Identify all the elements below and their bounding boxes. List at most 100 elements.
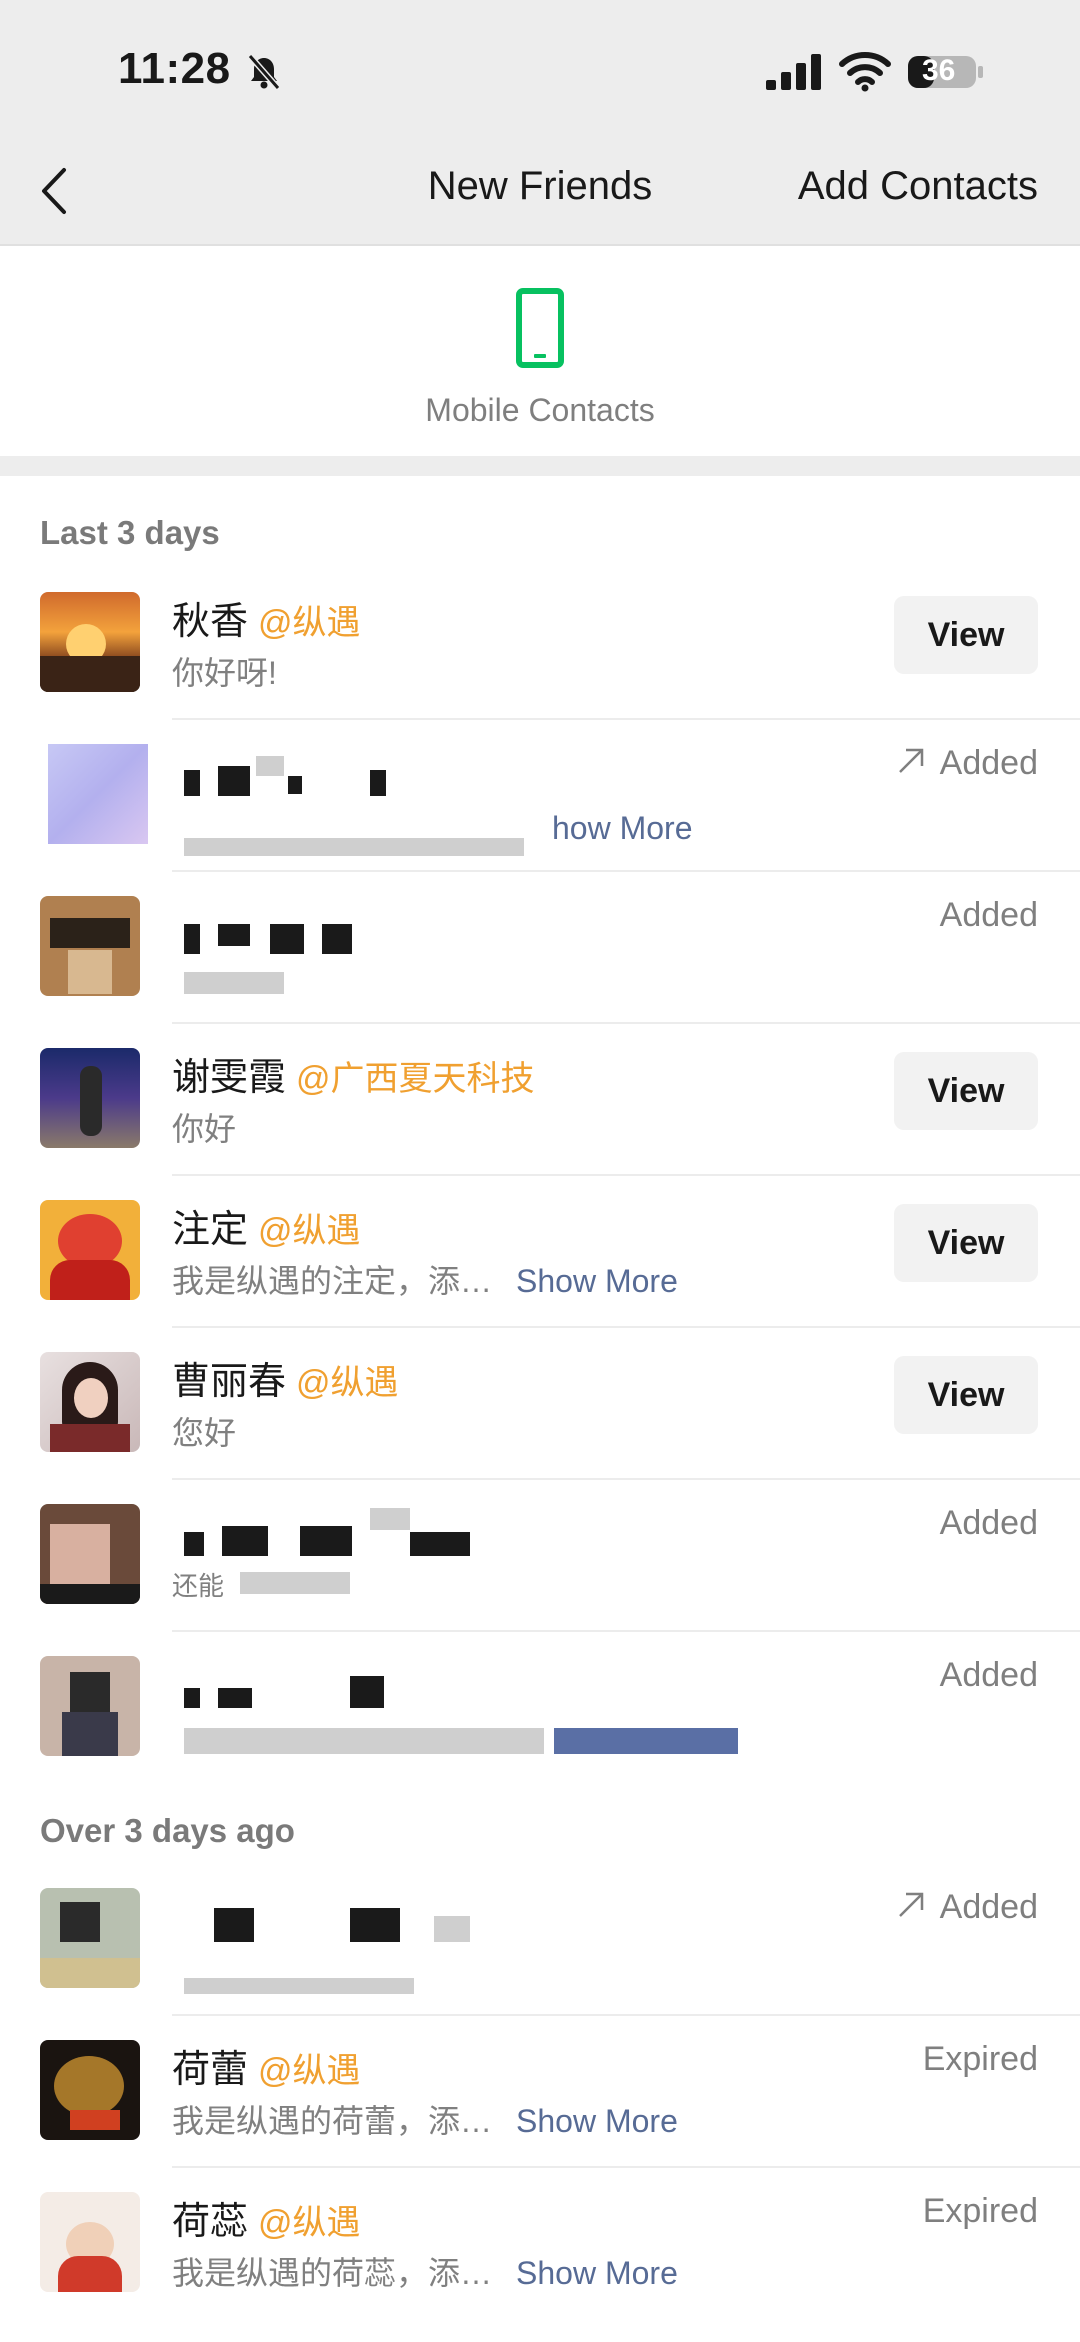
friend-request-row[interactable]: Added bbox=[0, 1864, 1080, 2016]
friend-message: 你好呀! bbox=[172, 655, 277, 691]
friend-name: 荷蕊 bbox=[172, 2201, 249, 2243]
avatar bbox=[40, 1504, 140, 1604]
pixelated-name bbox=[184, 924, 200, 954]
avatar bbox=[40, 2040, 140, 2140]
show-more-link[interactable]: how More bbox=[552, 810, 693, 846]
friend-org: @广西夏天科技 bbox=[296, 1060, 535, 1098]
header-divider bbox=[0, 244, 1080, 246]
added-status: Added bbox=[939, 1504, 1038, 1542]
friend-name: 注定 bbox=[172, 1209, 249, 1251]
mobile-contacts-label: Mobile Contacts bbox=[425, 392, 655, 428]
pixelated-name bbox=[350, 1908, 400, 1942]
friend-org: @纵遇 bbox=[258, 604, 361, 642]
friend-message: 你好 bbox=[172, 1111, 237, 1147]
section-header-older: Over 3 days ago bbox=[40, 1812, 295, 1849]
pixelated-message bbox=[184, 838, 524, 856]
show-more-link[interactable]: Show More bbox=[516, 2103, 678, 2139]
pixelated-name bbox=[370, 1508, 410, 1530]
friend-request-row[interactable]: Added bbox=[0, 872, 1080, 1024]
page-title: New Friends bbox=[427, 164, 653, 208]
added-status: Added bbox=[896, 1888, 1038, 1927]
mobile-contacts-entry[interactable]: Mobile Contacts bbox=[0, 256, 1080, 456]
cellular-signal-icon bbox=[766, 54, 821, 90]
friend-message: 还能 bbox=[172, 1571, 225, 1601]
avatar bbox=[48, 744, 148, 844]
pixelated-name bbox=[184, 1532, 204, 1556]
show-more-link[interactable]: Show More bbox=[516, 2255, 678, 2291]
friend-request-row[interactable]: 秋香 @纵遇 你好呀! View bbox=[0, 568, 1080, 720]
avatar bbox=[40, 1048, 140, 1148]
back-chevron-icon[interactable] bbox=[36, 164, 76, 218]
pixelated-name bbox=[218, 766, 250, 796]
outgoing-arrow-icon bbox=[898, 748, 923, 773]
expired-status: Expired bbox=[922, 2192, 1038, 2230]
status-time: 11:28 bbox=[118, 44, 231, 93]
view-button[interactable]: View bbox=[894, 1356, 1038, 1434]
header-area: 11:28 36 New Friends Add Contacts bbox=[0, 0, 1080, 246]
pixelated-name bbox=[288, 776, 302, 794]
pixelated-name bbox=[270, 924, 304, 954]
phone-icon bbox=[516, 288, 564, 368]
added-status: Added bbox=[939, 896, 1038, 934]
friend-name: 谢雯霞 bbox=[172, 1057, 287, 1099]
added-status: Added bbox=[896, 744, 1038, 783]
show-more-link[interactable]: Show More bbox=[516, 1263, 678, 1299]
friend-request-row[interactable]: Added bbox=[0, 1632, 1080, 1784]
pixelated-name bbox=[370, 770, 386, 796]
avatar bbox=[40, 2192, 140, 2292]
battery-level: 36 bbox=[922, 54, 956, 87]
friend-request-row[interactable]: how More Added bbox=[0, 720, 1080, 872]
wifi-icon bbox=[839, 52, 891, 92]
status-label: Added bbox=[939, 744, 1038, 782]
friend-name: 曹丽春 bbox=[172, 1361, 287, 1403]
friend-request-row[interactable]: 荷蕾 @纵遇 我是纵遇的荷蕾，添… Show More Expired bbox=[0, 2016, 1080, 2168]
friend-request-row[interactable]: 曹丽春 @纵遇 您好 View bbox=[0, 1328, 1080, 1480]
pixelated-name bbox=[222, 1526, 268, 1556]
friend-request-row[interactable]: 荷蕊 @纵遇 我是纵遇的荷蕊，添… Show More Expired bbox=[0, 2168, 1080, 2320]
outgoing-arrow-icon bbox=[898, 1892, 923, 1917]
pixelated-name bbox=[184, 770, 200, 796]
section-gap bbox=[0, 456, 1080, 476]
pixelated-show-more bbox=[554, 1728, 738, 1754]
avatar bbox=[40, 1888, 140, 1988]
friend-org: @纵遇 bbox=[258, 2204, 361, 2242]
pixelated-name bbox=[218, 1688, 252, 1708]
friend-org: @纵遇 bbox=[258, 2052, 361, 2090]
pixelated-message bbox=[240, 1572, 350, 1594]
avatar bbox=[40, 896, 140, 996]
pixelated-name bbox=[434, 1916, 470, 1942]
pixelated-message bbox=[184, 1978, 414, 1994]
pixelated-name bbox=[256, 756, 284, 776]
pixelated-name bbox=[218, 924, 250, 946]
friend-request-row[interactable]: 注定 @纵遇 我是纵遇的注定，添… Show More View bbox=[0, 1176, 1080, 1328]
friend-request-row[interactable]: 还能 Added bbox=[0, 1480, 1080, 1632]
pixelated-name bbox=[410, 1532, 470, 1556]
avatar bbox=[40, 592, 140, 692]
pixelated-message bbox=[184, 1728, 544, 1754]
pixelated-name bbox=[350, 1676, 384, 1708]
pixelated-name bbox=[214, 1908, 254, 1942]
friend-name: 荷蕾 bbox=[172, 2049, 249, 2091]
friend-name: 秋香 bbox=[172, 601, 249, 643]
friend-message: 我是纵遇的注定，添… bbox=[172, 1263, 493, 1299]
battery-icon: 36 bbox=[906, 52, 986, 92]
status-label: Added bbox=[939, 1888, 1038, 1926]
friend-org: @纵遇 bbox=[258, 1212, 361, 1250]
view-button[interactable]: View bbox=[894, 1204, 1038, 1282]
friend-message: 我是纵遇的荷蕾，添… bbox=[172, 2103, 493, 2139]
avatar bbox=[40, 1352, 140, 1452]
added-status: Added bbox=[939, 1656, 1038, 1694]
friend-message: 您好 bbox=[172, 1415, 237, 1451]
pixelated-message bbox=[184, 972, 284, 994]
status-bar: 11:28 36 bbox=[0, 0, 1080, 140]
friend-org: @纵遇 bbox=[296, 1364, 399, 1402]
avatar bbox=[40, 1200, 140, 1300]
view-button[interactable]: View bbox=[894, 1052, 1038, 1130]
pixelated-name bbox=[184, 1688, 200, 1708]
view-button[interactable]: View bbox=[894, 596, 1038, 674]
expired-status: Expired bbox=[922, 2040, 1038, 2078]
friend-request-row[interactable]: 谢雯霞 @广西夏天科技 你好 View bbox=[0, 1024, 1080, 1176]
add-contacts-button[interactable]: Add Contacts bbox=[798, 164, 1038, 209]
friend-message: 我是纵遇的荷蕊，添… bbox=[172, 2255, 493, 2291]
pixelated-name bbox=[300, 1526, 352, 1556]
